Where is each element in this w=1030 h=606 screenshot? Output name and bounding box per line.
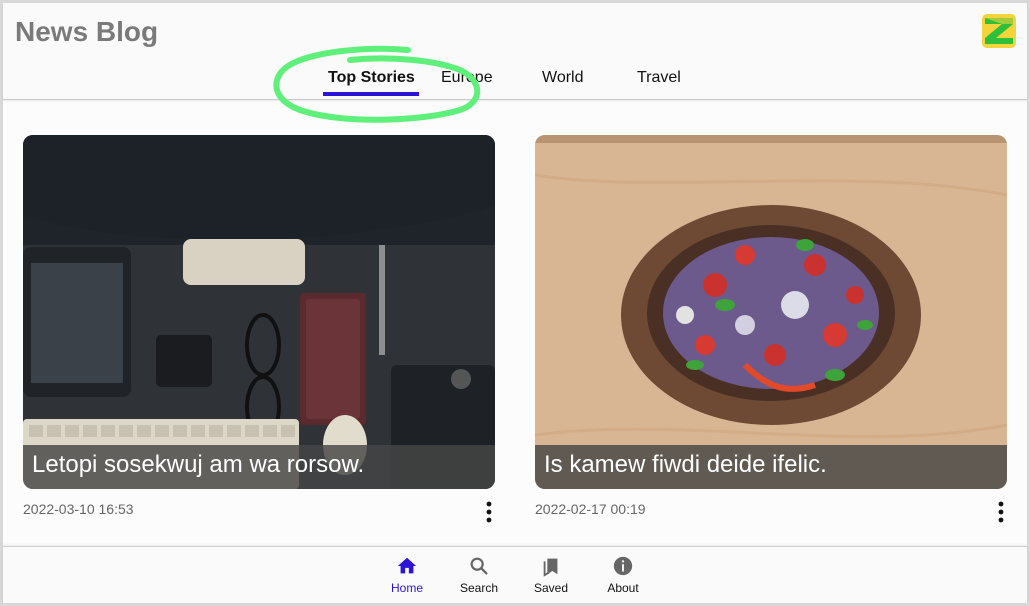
- active-tab-indicator: [323, 92, 419, 96]
- more-options-icon[interactable]: [995, 501, 1007, 523]
- tab-europe[interactable]: Europe: [441, 69, 493, 87]
- tab-world[interactable]: World: [542, 69, 584, 87]
- category-tabs: Top Stories Europe World Travel: [3, 3, 1027, 100]
- bookmark-icon: [543, 558, 558, 577]
- story-card[interactable]: Is kamew fiwdi deide ifelic. 2022-02-17 …: [535, 135, 1007, 529]
- story-meta: 2022-02-17 00:19: [535, 489, 1007, 529]
- tab-travel[interactable]: Travel: [637, 69, 681, 87]
- nav-label-saved: Saved: [533, 581, 569, 595]
- story-image-desk[interactable]: Letopi sosekwuj am wa rorsow.: [23, 135, 495, 489]
- story-headline[interactable]: Letopi sosekwuj am wa rorsow.: [23, 445, 495, 489]
- nav-home[interactable]: Home: [377, 555, 437, 601]
- search-icon: [470, 557, 488, 575]
- story-image-salad[interactable]: Is kamew fiwdi deide ifelic.: [535, 135, 1007, 489]
- home-icon: [397, 557, 417, 574]
- info-icon: [613, 556, 633, 576]
- story-meta: 2022-03-10 16:53: [23, 489, 495, 529]
- nav-search[interactable]: Search: [449, 555, 509, 601]
- nav-about[interactable]: About: [593, 555, 653, 601]
- nav-label-about: About: [607, 581, 639, 595]
- story-card[interactable]: Letopi sosekwuj am wa rorsow. 2022-03-10…: [23, 135, 495, 529]
- nav-saved[interactable]: Saved: [521, 555, 581, 601]
- nav-label-home: Home: [390, 581, 423, 595]
- nav-label-search: Search: [459, 581, 499, 595]
- app-header: News Blog Top Stories Europe World Trave…: [3, 3, 1027, 100]
- story-date: 2022-03-10 16:53: [23, 501, 134, 517]
- more-options-icon[interactable]: [483, 501, 495, 523]
- story-date: 2022-02-17 00:19: [535, 501, 646, 517]
- tab-top-stories[interactable]: Top Stories: [328, 69, 415, 87]
- story-headline[interactable]: Is kamew fiwdi deide ifelic.: [535, 445, 1007, 489]
- bottom-navigation: Home Search Saved About: [3, 546, 1027, 603]
